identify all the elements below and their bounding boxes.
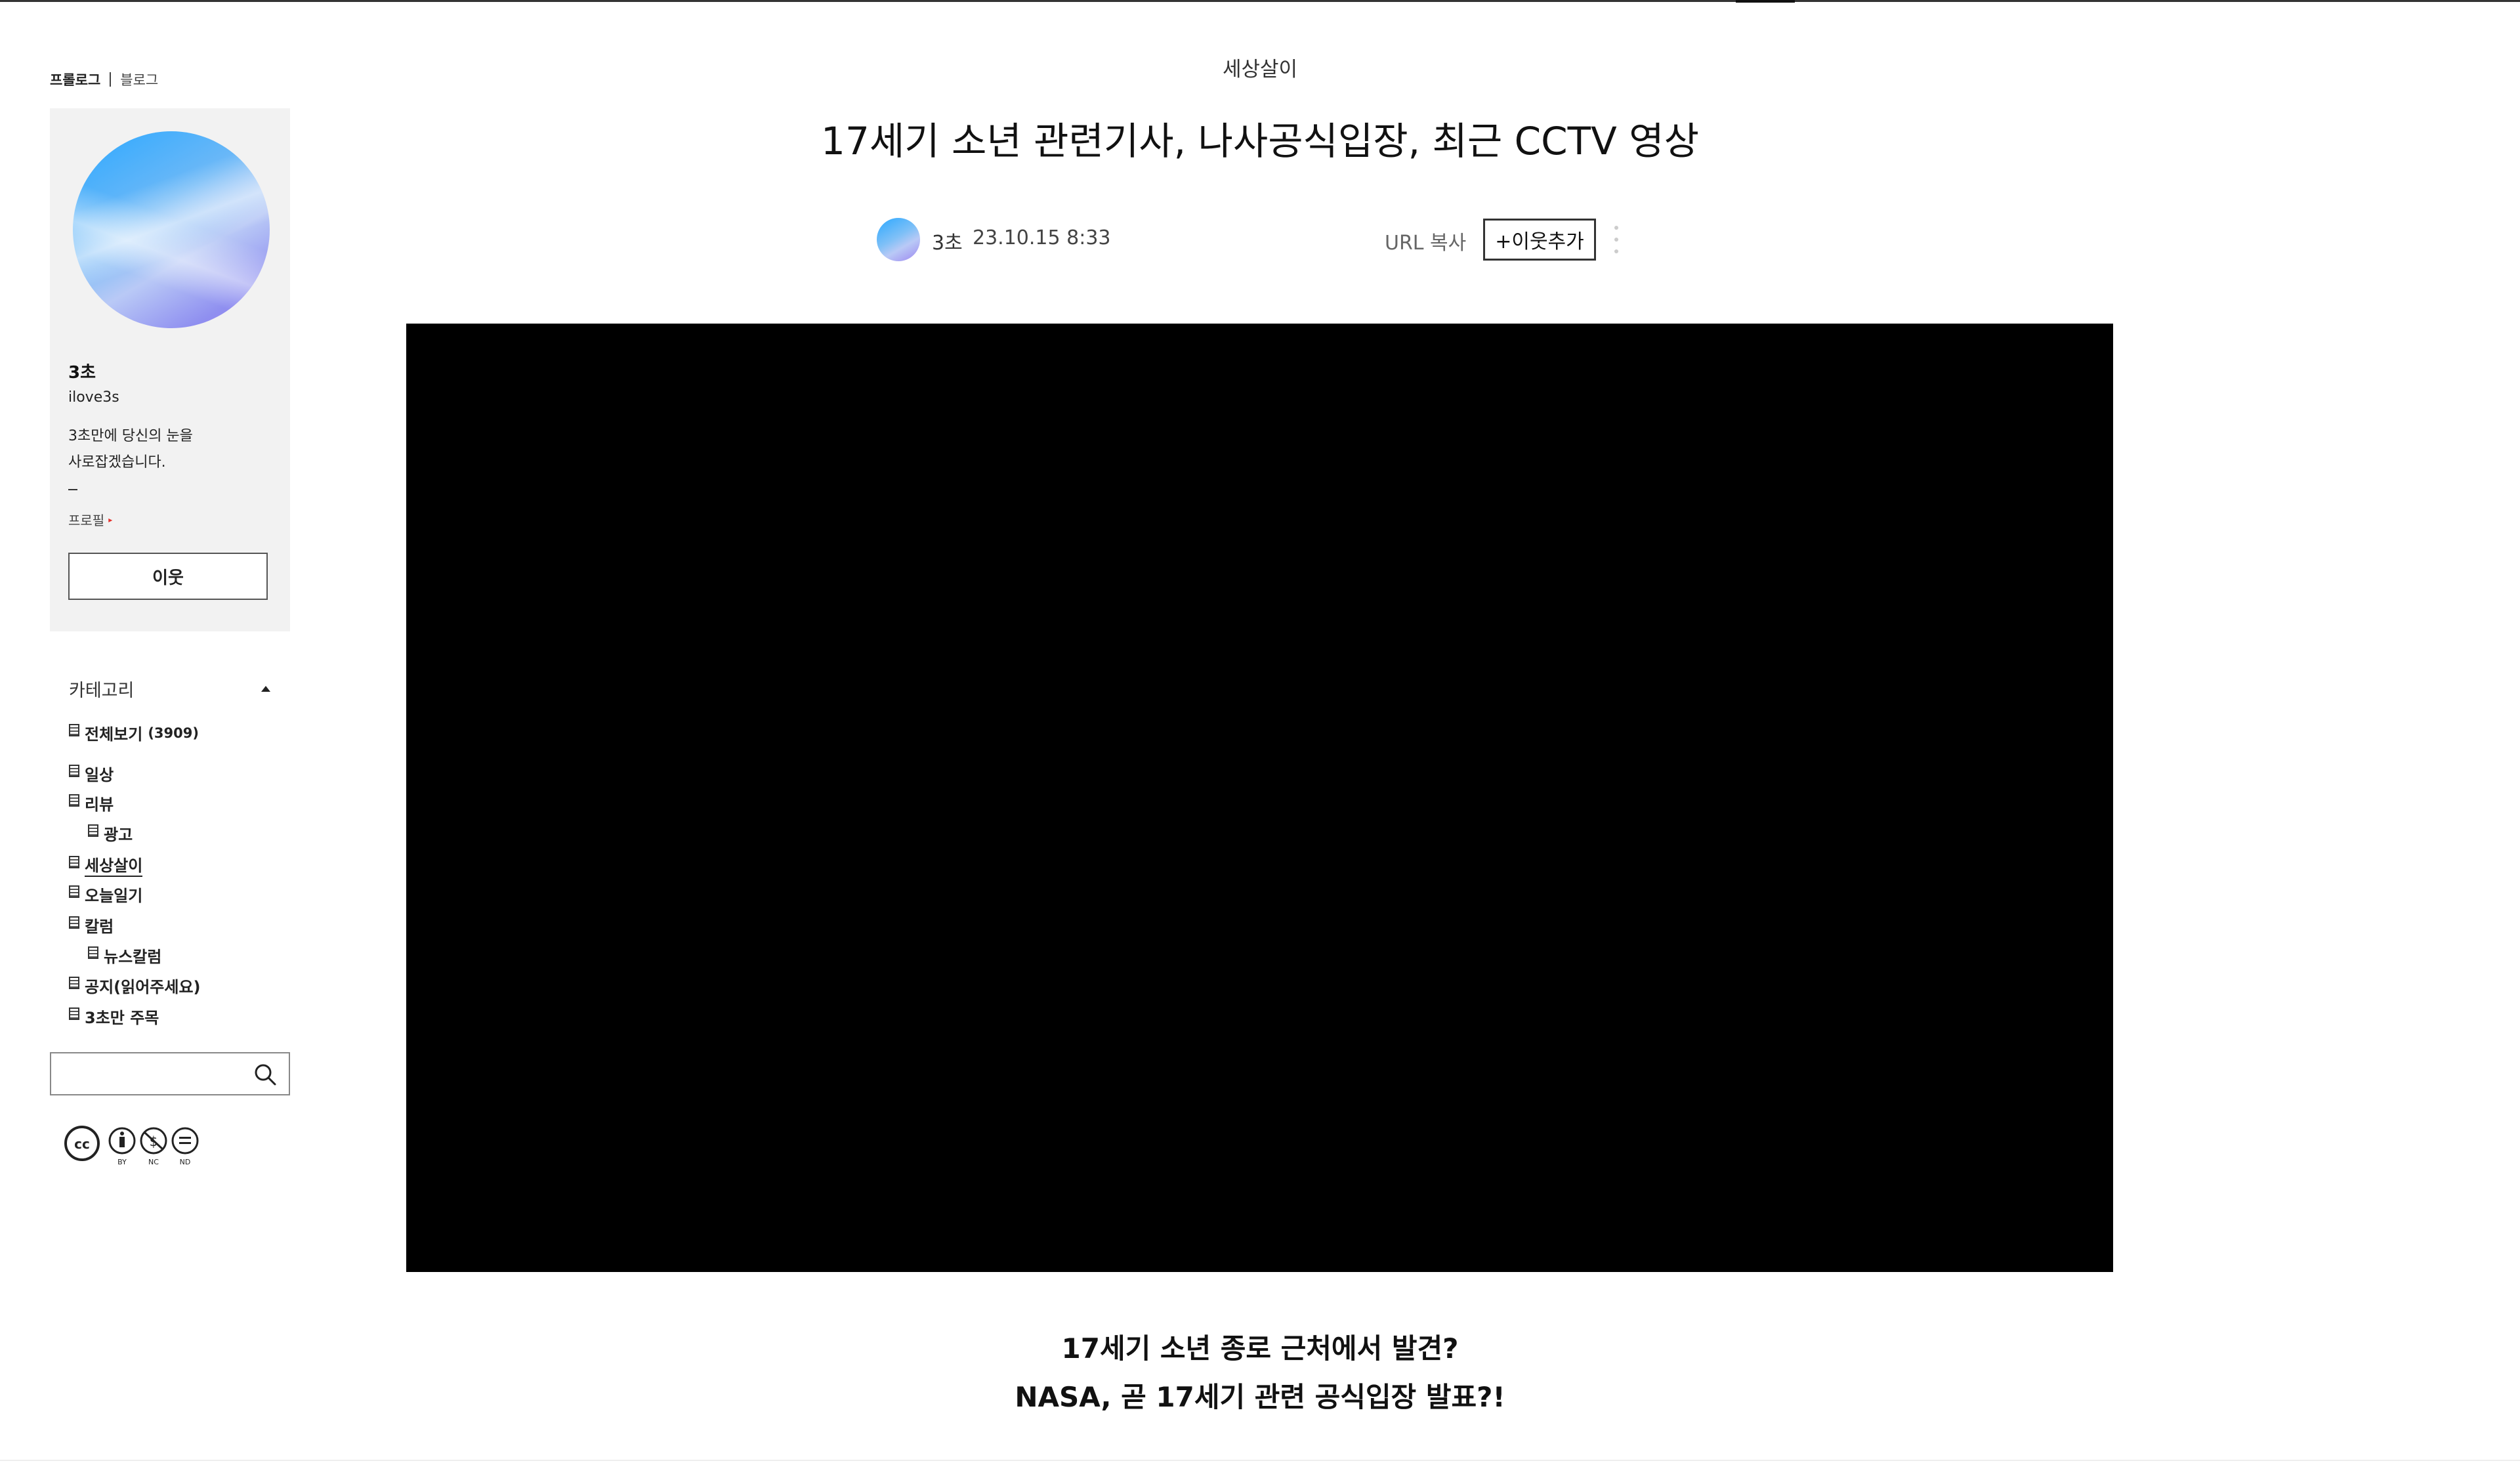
category-item-all[interactable]: 전체보기 (3909) bbox=[69, 721, 199, 744]
svg-text:NC: NC bbox=[148, 1158, 159, 1166]
category-item-label: 세상살이 bbox=[85, 853, 143, 877]
profile-name: 3초 bbox=[68, 363, 96, 383]
top-border-mark bbox=[1736, 0, 1795, 3]
document-icon bbox=[88, 946, 98, 959]
svg-text:ND: ND bbox=[180, 1158, 191, 1166]
profile-card: 3초 ilove3s 3초만에 당신의 눈을 사로잡겠습니다. 프로필 ▸ 이웃 bbox=[50, 108, 290, 631]
document-icon bbox=[88, 824, 98, 837]
document-icon bbox=[69, 724, 79, 736]
neighbor-button[interactable]: 이웃 bbox=[68, 553, 268, 600]
category-item-daily[interactable]: 일상 bbox=[69, 762, 114, 785]
category-item-label: 광고 bbox=[104, 826, 133, 844]
author-name[interactable]: 3초 bbox=[932, 226, 963, 255]
dot bbox=[1614, 249, 1618, 253]
category-item-ad[interactable]: 광고 bbox=[88, 822, 133, 845]
category-item-diary[interactable]: 오늘일기 bbox=[69, 883, 142, 906]
search-box bbox=[50, 1052, 290, 1095]
category-item-world[interactable]: 세상살이 bbox=[69, 853, 143, 877]
profile-description: 3초만에 당신의 눈을 사로잡겠습니다. bbox=[68, 423, 278, 476]
profile-link-label: 프로필 bbox=[68, 513, 105, 528]
search-input[interactable] bbox=[58, 1059, 244, 1090]
top-border bbox=[0, 0, 2520, 2]
category-item-news-column[interactable]: 뉴스칼럼 bbox=[88, 944, 161, 967]
document-icon bbox=[69, 794, 79, 807]
more-options-icon[interactable] bbox=[1613, 226, 1620, 253]
svg-text:cc: cc bbox=[74, 1136, 90, 1152]
category-item-review[interactable]: 리뷰 bbox=[69, 792, 114, 815]
post-title: 17세기 소년 관련기사, 나사공식입장, 최근 CCTV 영상 bbox=[821, 119, 1699, 163]
profile-link[interactable]: 프로필 ▸ bbox=[68, 510, 112, 529]
caret-up-icon[interactable] bbox=[261, 686, 270, 692]
dot bbox=[1614, 226, 1618, 230]
post-body: 17세기 소년 종로 근처에서 발견? NASA, 곧 17세기 관련 공식입장… bbox=[0, 1325, 2520, 1422]
post-body-line: NASA, 곧 17세기 관련 공식입장 발표?! bbox=[1015, 1381, 1505, 1413]
creative-commons-icon[interactable]: cc $ BY NC ND bbox=[62, 1124, 203, 1170]
category-item-column[interactable]: 칼럼 bbox=[69, 914, 114, 937]
video-player[interactable] bbox=[406, 324, 2113, 1272]
add-neighbor-button[interactable]: +이웃추가 bbox=[1483, 219, 1596, 261]
category-item-label: 뉴스칼럼 bbox=[104, 948, 162, 966]
dot bbox=[1614, 238, 1618, 242]
category-header-label: 카테고리 bbox=[69, 681, 135, 701]
document-icon bbox=[69, 1007, 79, 1020]
document-icon bbox=[69, 765, 79, 777]
category-count: (3909) bbox=[148, 725, 199, 741]
document-icon bbox=[69, 977, 79, 989]
post-body-line: 17세기 소년 종로 근처에서 발견? bbox=[1061, 1332, 1459, 1365]
category-item-label: 일상 bbox=[85, 766, 114, 784]
document-icon bbox=[69, 885, 79, 898]
chevron-right-icon: ▸ bbox=[108, 515, 113, 524]
category-item-label: 리뷰 bbox=[85, 795, 114, 814]
svg-text:BY: BY bbox=[117, 1158, 127, 1166]
category-item-label: 칼럼 bbox=[85, 918, 114, 936]
category-item-notice[interactable]: 공지(읽어주세요) bbox=[69, 974, 201, 997]
category-item-3sec[interactable]: 3초만 주목 bbox=[69, 1005, 159, 1028]
profile-description-line: 사로잡겠습니다. bbox=[68, 454, 166, 471]
bottom-divider bbox=[0, 1460, 2520, 1461]
category-header[interactable]: 카테고리 bbox=[69, 676, 276, 702]
category-item-label: 3초만 주목 bbox=[85, 1009, 159, 1027]
url-copy-button[interactable]: URL 복사 bbox=[1385, 226, 1466, 255]
post-category[interactable]: 세상살이 bbox=[0, 53, 2520, 82]
document-icon bbox=[69, 916, 79, 929]
profile-description-line: 3초만에 당신의 눈을 bbox=[68, 428, 193, 444]
profile-id: ilove3s bbox=[68, 389, 119, 406]
search-icon[interactable] bbox=[253, 1063, 277, 1086]
category-item-label: 오늘일기 bbox=[85, 887, 143, 905]
document-icon bbox=[69, 856, 79, 868]
post-date: 23.10.15 8:33 bbox=[973, 226, 1111, 249]
profile-divider bbox=[68, 489, 77, 490]
author-avatar[interactable] bbox=[877, 218, 920, 261]
category-item-label: 공지(읽어주세요) bbox=[85, 978, 201, 996]
category-item-label: 전체보기 bbox=[85, 725, 143, 744]
